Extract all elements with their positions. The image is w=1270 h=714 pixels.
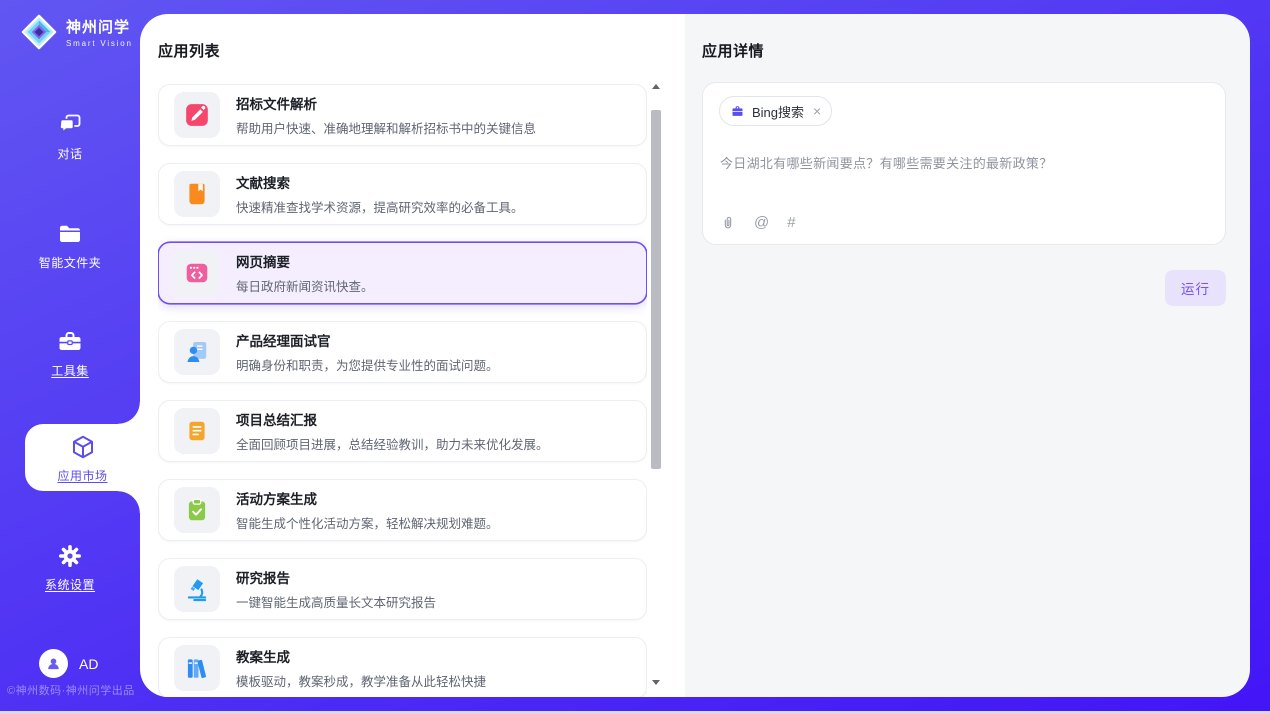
paperclip-icon[interactable] (720, 214, 736, 231)
scrollbar-down-button[interactable] (650, 676, 662, 688)
app-detail-title: 应用详情 (702, 40, 764, 61)
cube-icon (70, 434, 96, 460)
app-detail-panel: 应用详情 Bing搜索 × 今日湖北有哪些新闻要点？有哪些需要关注的最新政策？ … (685, 14, 1250, 697)
app-card-pm-interviewer[interactable]: 产品经理面试官 明确身份和职责，为您提供专业性的面试问题。 (158, 321, 647, 383)
app-card-title: 教案生成 (236, 646, 486, 666)
user-name: AD (79, 656, 98, 672)
toolbox-icon (57, 329, 83, 355)
app-card-title: 项目总结汇报 (236, 409, 549, 429)
sidebar-item-settings[interactable]: 系统设置 (0, 543, 140, 593)
sidebar-item-label: 工具集 (51, 362, 89, 379)
scrollbar[interactable] (650, 80, 662, 688)
app-card-desc: 每日政府新闻资讯快查。 (236, 276, 374, 295)
pen-edit-icon (184, 102, 210, 128)
sidebar-item-label: 对话 (57, 145, 82, 162)
app-list: 招标文件解析 帮助用户快速、准确地理解和解析招标书中的关键信息 文献搜索 快速精… (158, 84, 647, 697)
app-card-title: 产品经理面试官 (236, 330, 499, 350)
app-card-title: 招标文件解析 (236, 93, 536, 113)
person-icon (45, 655, 62, 672)
app-card-web-summary[interactable]: 网页摘要 每日政府新闻资讯快查。 (158, 242, 647, 304)
scrollbar-up-button[interactable] (650, 80, 662, 92)
app-card-title: 活动方案生成 (236, 488, 499, 508)
brand-name: 神州问学 (66, 16, 133, 37)
app-card-desc: 帮助用户快速、准确地理解和解析招标书中的关键信息 (236, 118, 536, 137)
query-toolbar: @ # (720, 214, 796, 231)
app-list-panel: 应用列表 招标文件解析 帮助用户快速、准确地理解和解析招标书中的关键信息 文献搜… (140, 14, 685, 697)
book-icon (184, 181, 210, 207)
mention-icon[interactable]: @ (754, 214, 769, 231)
sidebar-item-label: 智能文件夹 (39, 254, 102, 271)
sidebar-item-toolset[interactable]: 工具集 (0, 329, 140, 379)
app-card-research-report[interactable]: 研究报告 一键智能生成高质量长文本研究报告 (158, 558, 647, 620)
scrollbar-thumb[interactable] (651, 110, 661, 469)
app-card-project-summary[interactable]: 项目总结汇报 全面回顾项目进展，总结经验教训，助力未来优化发展。 (158, 400, 647, 462)
app-card-title: 网页摘要 (236, 251, 374, 271)
app-card-tender-analysis[interactable]: 招标文件解析 帮助用户快速、准确地理解和解析招标书中的关键信息 (158, 84, 647, 146)
sidebar-item-chat[interactable]: 对话 (0, 112, 140, 162)
app-card-desc: 快速精准查找学术资源，提高研究效率的必备工具。 (236, 197, 524, 216)
user-row[interactable]: AD (39, 649, 98, 678)
app-card-lesson-plan[interactable]: 教案生成 模板驱动，教案秒成，教学准备从此轻松快捷 (158, 637, 647, 697)
sidebar: 神州问学 Smart Vision 对话 智能文件夹 工具集 应用市场 系统设置… (0, 0, 140, 714)
microscope-icon (184, 576, 210, 602)
chat-icon (57, 112, 83, 138)
app-card-desc: 明确身份和职责，为您提供专业性的面试问题。 (236, 355, 499, 374)
chip-label: Bing搜索 (752, 102, 804, 121)
sidebar-item-app-market[interactable]: 应用市场 (25, 424, 140, 491)
app-card-title: 研究报告 (236, 567, 436, 587)
app-card-desc: 模板驱动，教案秒成，教学准备从此轻松快捷 (236, 671, 486, 690)
books-icon (184, 655, 210, 681)
notepad-icon (184, 418, 210, 444)
browser-code-icon (184, 260, 210, 286)
hash-icon[interactable]: # (787, 214, 795, 231)
brand-gem-icon (20, 13, 58, 51)
app-list-title: 应用列表 (158, 40, 220, 61)
run-row: 运行 (1165, 270, 1226, 306)
briefcase-icon (730, 104, 745, 119)
app-card-desc: 全面回顾项目进展，总结经验教训，助力未来优化发展。 (236, 434, 549, 453)
query-text[interactable]: 今日湖北有哪些新闻要点？有哪些需要关注的最新政策？ (720, 153, 1205, 172)
copyright-text: ©神州数码·神州问学出品 (7, 682, 135, 698)
clipboard-check-icon (184, 497, 210, 523)
sidebar-item-label: 应用市场 (57, 467, 107, 484)
gear-icon (57, 543, 83, 569)
sidebar-item-smart-folder[interactable]: 智能文件夹 (0, 221, 140, 271)
query-card[interactable]: Bing搜索 × 今日湖北有哪些新闻要点？有哪些需要关注的最新政策？ @ # (702, 82, 1226, 245)
app-card-event-plan[interactable]: 活动方案生成 智能生成个性化活动方案，轻松解决规划难题。 (158, 479, 647, 541)
run-button[interactable]: 运行 (1165, 270, 1226, 306)
brand-subtitle: Smart Vision (66, 39, 133, 48)
app-card-literature-search[interactable]: 文献搜索 快速精准查找学术资源，提高研究效率的必备工具。 (158, 163, 647, 225)
arrow-down-icon (652, 680, 660, 685)
avatar[interactable] (39, 649, 68, 678)
interviewer-icon (184, 339, 210, 365)
app-card-title: 文献搜索 (236, 172, 524, 192)
tool-chip-bing-search[interactable]: Bing搜索 × (719, 96, 832, 126)
sidebar-item-label: 系统设置 (45, 576, 95, 593)
arrow-up-icon (652, 84, 660, 89)
app-card-desc: 智能生成个性化活动方案，轻松解决规划难题。 (236, 513, 499, 532)
content-shell: 应用列表 招标文件解析 帮助用户快速、准确地理解和解析招标书中的关键信息 文献搜… (140, 14, 1250, 697)
app-card-desc: 一键智能生成高质量长文本研究报告 (236, 592, 436, 611)
chip-close-icon[interactable]: × (813, 104, 821, 118)
folder-icon (57, 221, 83, 247)
logo: 神州问学 Smart Vision (20, 13, 133, 51)
